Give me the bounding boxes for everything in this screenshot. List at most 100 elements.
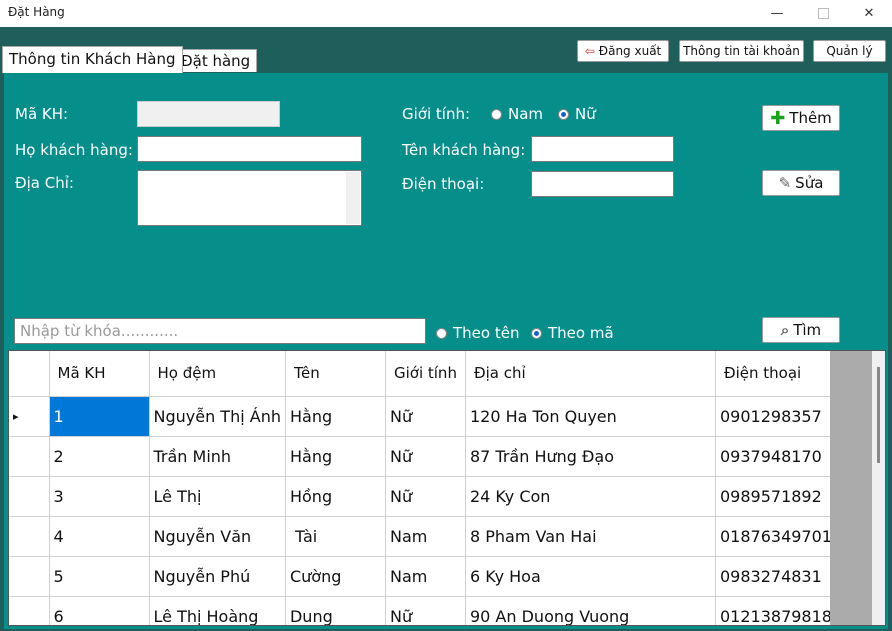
cell-makh[interactable]: 4 [49,516,150,557]
cell-dienthoai[interactable]: 01876349701 [715,516,837,557]
cell-hodem[interactable]: Nguyễn Văn [149,516,286,557]
search-placeholder: Nhập từ khóa............ [20,322,179,340]
cell-ten[interactable]: Dung [285,596,386,625]
cell-diachi[interactable]: 24 Ky Con [465,476,716,517]
table-row[interactable]: 5 Nguyễn Phú Cường Nam 6 Ky Hoa 09832748… [9,556,837,597]
cell-makh[interactable]: 5 [49,556,150,597]
cell-dienthoai[interactable]: 0901298357 [715,396,837,437]
customer-grid[interactable]: Mã KH Họ đệm Tên Giới tính Địa chỉ Điện … [8,350,886,626]
grid-empty-area [830,351,872,625]
cell-hodem[interactable]: Nguyễn Thị Ánh [149,396,286,437]
row-header[interactable] [9,436,50,477]
table-row[interactable]: 2 Trần Minh Hằng Nữ 87 Trần Hưng Đạo 093… [9,436,837,477]
customer-table: Mã KH Họ đệm Tên Giới tính Địa chỉ Điện … [9,351,837,625]
tim-button[interactable]: ⌕ Tìm [762,317,840,343]
search-by-name-radio[interactable]: Theo tên [436,324,519,342]
cell-gioitinh[interactable]: Nữ [385,596,466,625]
ho-field[interactable] [137,136,362,162]
row-header[interactable] [9,556,50,597]
diachi-label: Địa Chỉ: [15,174,74,192]
table-row[interactable]: 6 Lê Thị Hoàng Dung Nữ 90 An Duong Vuong… [9,596,837,625]
diachi-field[interactable] [137,170,362,226]
tab-order[interactable]: Đặt hàng [174,49,258,72]
col-header-gioitinh[interactable]: Giới tính [385,351,466,397]
diachi-scrollbar[interactable] [346,172,360,224]
cell-dienthoai[interactable]: 01213879818 [715,596,837,625]
grid-scrollbar[interactable] [872,351,885,625]
plus-icon: ✚ [770,107,786,129]
window-title: Đặt Hàng [8,5,65,19]
cell-makh[interactable]: 6 [49,596,150,625]
sua-button[interactable]: ✎ Sửa [762,170,840,196]
cell-gioitinh[interactable]: Nữ [385,396,466,437]
col-header-hodem[interactable]: Họ đệm [149,351,286,397]
cell-dienthoai[interactable]: 0983274831 [715,556,837,597]
table-row[interactable]: 3 Lê Thị Hồng Nữ 24 Ky Con 0989571892 [9,476,837,517]
grid-scroll-thumb[interactable] [877,367,880,463]
them-label: Thêm [789,109,832,127]
manage-label: Quản lý [826,44,873,58]
customer-panel: Mã KH: Họ khách hàng: Địa Chỉ: Giới tính… [4,73,888,629]
title-bar: Đặt Hàng — ✕ [0,0,892,27]
them-button[interactable]: ✚ Thêm [762,105,840,131]
cell-hodem[interactable]: Lê Thị Hoàng [149,596,286,625]
col-header-makh[interactable]: Mã KH [49,351,150,397]
cell-diachi[interactable]: 120 Ha Ton Quyen [465,396,716,437]
search-by-name-label: Theo tên [453,324,520,342]
manage-button[interactable]: Quản lý [813,40,886,62]
cell-dienthoai[interactable]: 0989571892 [715,476,837,517]
tab-customer-info[interactable]: Thông tin Khách Hàng [2,46,183,73]
table-row[interactable]: ▸ 1 Nguyễn Thị Ánh Hằng Nữ 120 Ha Ton Qu… [9,396,837,437]
cell-hodem[interactable]: Trần Minh [149,436,286,477]
cell-makh[interactable]: 2 [49,436,150,477]
dienthoai-label: Điện thoại: [402,175,485,193]
gender-nam-radio[interactable]: Nam [491,105,543,123]
col-header-diachi[interactable]: Địa chỉ [465,351,716,397]
cell-diachi[interactable]: 8 Pham Van Hai [465,516,716,557]
minimize-icon: — [770,6,784,21]
gioitinh-label: Giới tính: [402,105,471,123]
cell-diachi[interactable]: 90 An Duong Vuong [465,596,716,625]
cell-gioitinh[interactable]: Nữ [385,436,466,477]
cell-ten[interactable]: Hồng [285,476,386,517]
cell-makh[interactable]: 1 [49,396,150,437]
cell-gioitinh[interactable]: Nam [385,556,466,597]
col-header-ten[interactable]: Tên [285,351,386,397]
col-header-dienthoai[interactable]: Điện thoại [715,351,837,397]
cell-diachi[interactable]: 87 Trần Hưng Đạo [465,436,716,477]
account-info-button[interactable]: Thông tin tài khoản [679,40,804,62]
row-header[interactable] [9,516,50,557]
cell-gioitinh[interactable]: Nữ [385,476,466,517]
minimize-button[interactable]: — [754,0,800,27]
makh-field[interactable] [137,101,280,127]
cell-hodem[interactable]: Nguyễn Phú [149,556,286,597]
dienthoai-field[interactable] [531,171,674,197]
cell-hodem[interactable]: Lê Thị [149,476,286,517]
maximize-button[interactable] [800,0,846,27]
close-button[interactable]: ✕ [846,0,892,27]
logout-button[interactable]: ⇦ Đăng xuất [577,40,669,62]
cell-makh[interactable]: 3 [49,476,150,517]
radio-nam-icon [491,108,502,120]
cell-dienthoai[interactable]: 0937948170 [715,436,837,477]
cell-diachi[interactable]: 6 Ky Hoa [465,556,716,597]
cell-ten[interactable]: Cường [285,556,386,597]
cell-ten[interactable]: Tài [285,516,386,557]
grid-corner-header[interactable] [9,351,50,397]
tim-label: Tìm [793,321,822,339]
cell-ten[interactable]: Hằng [285,396,386,437]
table-row[interactable]: 4 Nguyễn Văn Tài Nam 8 Pham Van Hai 0187… [9,516,837,557]
maximize-icon [817,8,829,19]
ten-field[interactable] [531,136,674,162]
row-header[interactable] [9,476,50,517]
gender-nu-radio[interactable]: Nữ [558,105,596,123]
tab-order-label: Đặt hàng [181,52,251,70]
row-header[interactable] [9,596,50,625]
search-input[interactable]: Nhập từ khóa............ [14,318,426,344]
search-by-id-radio[interactable]: Theo mã [531,324,614,342]
row-header[interactable]: ▸ [9,396,50,437]
gender-nu-label: Nữ [575,105,596,123]
grid-header-row: Mã KH Họ đệm Tên Giới tính Địa chỉ Điện … [9,351,837,397]
cell-gioitinh[interactable]: Nam [385,516,466,557]
cell-ten[interactable]: Hằng [285,436,386,477]
